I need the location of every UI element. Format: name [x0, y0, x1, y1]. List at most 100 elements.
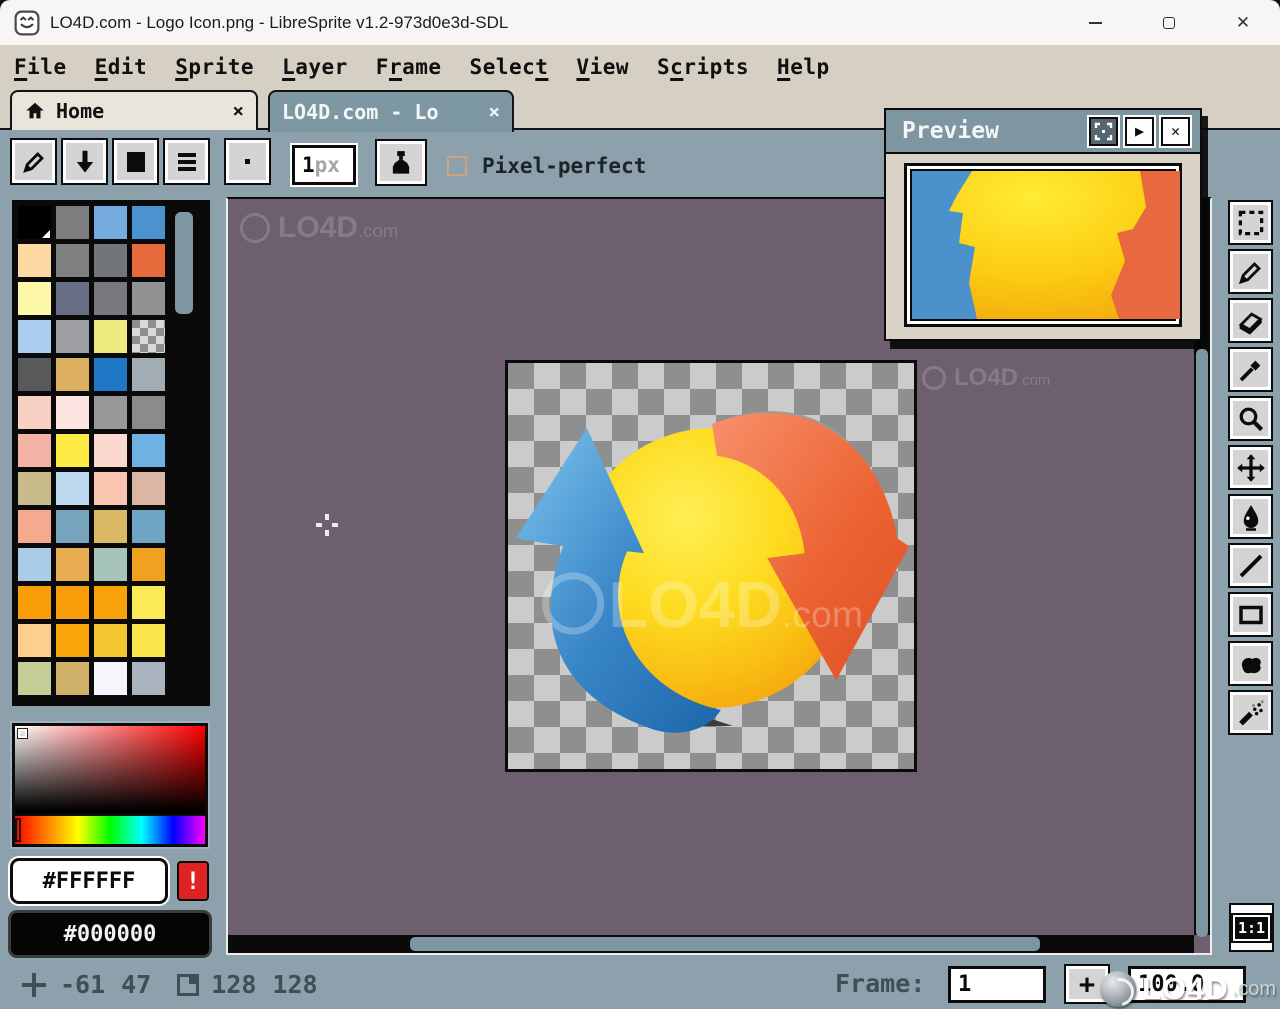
preview-title-bar[interactable]: Preview ▶ ✕: [886, 110, 1200, 154]
palette-swatch[interactable]: [18, 434, 51, 467]
palette-swatch[interactable]: [132, 282, 165, 315]
palette-swatch[interactable]: [56, 282, 89, 315]
close-button[interactable]: ✕: [1206, 0, 1280, 45]
palette-swatch[interactable]: [132, 510, 165, 543]
menu-view[interactable]: View: [576, 55, 629, 79]
palette-swatch[interactable]: [18, 624, 51, 657]
palette-swatch[interactable]: [132, 586, 165, 619]
palette-swatch[interactable]: [56, 396, 89, 429]
brush-size-input[interactable]: 1px: [292, 145, 356, 185]
zoom-tool-button[interactable]: [1228, 396, 1273, 441]
actual-size-button[interactable]: 1:1: [1229, 903, 1274, 952]
palette-swatch[interactable]: [94, 434, 127, 467]
palette-swatch[interactable]: [18, 510, 51, 543]
menu-scripts[interactable]: Scripts: [657, 55, 749, 79]
palette-swatch[interactable]: [132, 320, 165, 353]
filled-square-option-button[interactable]: [112, 138, 159, 185]
palette-swatch[interactable]: [132, 548, 165, 581]
ink-button[interactable]: [375, 139, 427, 186]
preview-window[interactable]: Preview ▶ ✕: [884, 108, 1202, 341]
palette-swatch[interactable]: [132, 358, 165, 391]
palette-swatch[interactable]: [18, 548, 51, 581]
vertical-scroll-thumb[interactable]: [1196, 349, 1208, 937]
tab-home-close-icon[interactable]: ×: [233, 100, 244, 122]
hue-slider[interactable]: [15, 814, 205, 844]
palette-swatch[interactable]: [94, 510, 127, 543]
palette-swatch[interactable]: [56, 320, 89, 353]
palette-swatch[interactable]: [132, 662, 165, 695]
palette-swatch[interactable]: [18, 320, 51, 353]
foreground-color-field[interactable]: #FFFFFF: [10, 858, 168, 904]
palette-swatch[interactable]: [94, 396, 127, 429]
hue-cursor[interactable]: [15, 818, 21, 842]
palette-swatch[interactable]: [18, 396, 51, 429]
rectangle-tool-button[interactable]: [1228, 592, 1273, 637]
palette-swatch[interactable]: [94, 244, 127, 277]
preview-play-button[interactable]: ▶: [1125, 117, 1154, 146]
palette-swatch[interactable]: [94, 586, 127, 619]
menu-file[interactable]: File: [14, 55, 67, 79]
palette-swatch[interactable]: [18, 358, 51, 391]
palette-swatch[interactable]: [18, 586, 51, 619]
pencil-option-button[interactable]: [10, 138, 57, 185]
line-tool-button[interactable]: [1228, 543, 1273, 588]
tab-document-close-icon[interactable]: ×: [489, 101, 500, 123]
palette-swatch[interactable]: [18, 244, 51, 277]
saturation-value-area[interactable]: [15, 726, 205, 814]
menu-edit[interactable]: Edit: [95, 55, 148, 79]
dot-brush-button[interactable]: [224, 138, 271, 185]
palette-swatch[interactable]: [94, 358, 127, 391]
lines-option-button[interactable]: [163, 138, 210, 185]
preview-center-button[interactable]: [1089, 117, 1118, 146]
palette-swatch[interactable]: [56, 624, 89, 657]
palette-swatch[interactable]: [18, 282, 51, 315]
palette-swatch[interactable]: [56, 206, 89, 239]
palette-swatch[interactable]: [18, 472, 51, 505]
sprite-canvas[interactable]: LO4D.com: [505, 360, 917, 772]
palette-swatch[interactable]: [132, 434, 165, 467]
palette-swatch[interactable]: [56, 586, 89, 619]
palette-warning-button[interactable]: !: [177, 861, 209, 901]
palette-swatch[interactable]: [56, 434, 89, 467]
palette-swatch[interactable]: [18, 662, 51, 695]
palette-swatch[interactable]: [94, 206, 127, 239]
move-tool-button[interactable]: [1228, 445, 1273, 490]
menu-layer[interactable]: Layer: [282, 55, 348, 79]
background-color-field[interactable]: #000000: [8, 910, 212, 958]
palette-swatch[interactable]: [132, 206, 165, 239]
pencil-tool-button[interactable]: [1228, 249, 1273, 294]
palette-swatch[interactable]: [94, 282, 127, 315]
color-picker[interactable]: [12, 723, 208, 847]
menu-frame[interactable]: Frame: [376, 55, 442, 79]
palette-swatch[interactable]: [56, 548, 89, 581]
palette-swatch[interactable]: [94, 472, 127, 505]
contour-tool-button[interactable]: [1228, 641, 1273, 686]
menu-help[interactable]: Help: [777, 55, 830, 79]
menu-sprite[interactable]: Sprite: [175, 55, 254, 79]
tab-document[interactable]: LO4D.com - Lo ×: [268, 90, 514, 132]
spray-tool-button[interactable]: [1228, 690, 1273, 735]
paint-bucket-tool-button[interactable]: [1228, 494, 1273, 539]
tab-home[interactable]: Home ×: [10, 90, 258, 130]
palette-swatch[interactable]: [132, 244, 165, 277]
palette-swatch[interactable]: [94, 662, 127, 695]
palette-swatch[interactable]: [132, 624, 165, 657]
palette-swatch[interactable]: [56, 358, 89, 391]
palette-swatch[interactable]: [132, 396, 165, 429]
palette-swatch[interactable]: [56, 510, 89, 543]
rectangular-marquee-tool-button[interactable]: [1228, 200, 1273, 245]
menu-select[interactable]: Select: [470, 55, 549, 79]
pixel-perfect-checkbox[interactable]: [447, 156, 467, 176]
palette-swatch[interactable]: [18, 206, 51, 239]
palette-swatch[interactable]: [94, 624, 127, 657]
minimize-button[interactable]: [1058, 0, 1132, 45]
frame-input[interactable]: 1: [948, 966, 1046, 1003]
palette-scrollbar[interactable]: [173, 206, 204, 700]
palette-swatch[interactable]: [132, 472, 165, 505]
horizontal-scroll-thumb[interactable]: [410, 937, 1040, 951]
picker-cursor[interactable]: [18, 729, 27, 738]
palette-swatch[interactable]: [56, 472, 89, 505]
palette-swatch[interactable]: [94, 320, 127, 353]
eyedropper-tool-button[interactable]: [1228, 347, 1273, 392]
palette-swatch[interactable]: [94, 548, 127, 581]
